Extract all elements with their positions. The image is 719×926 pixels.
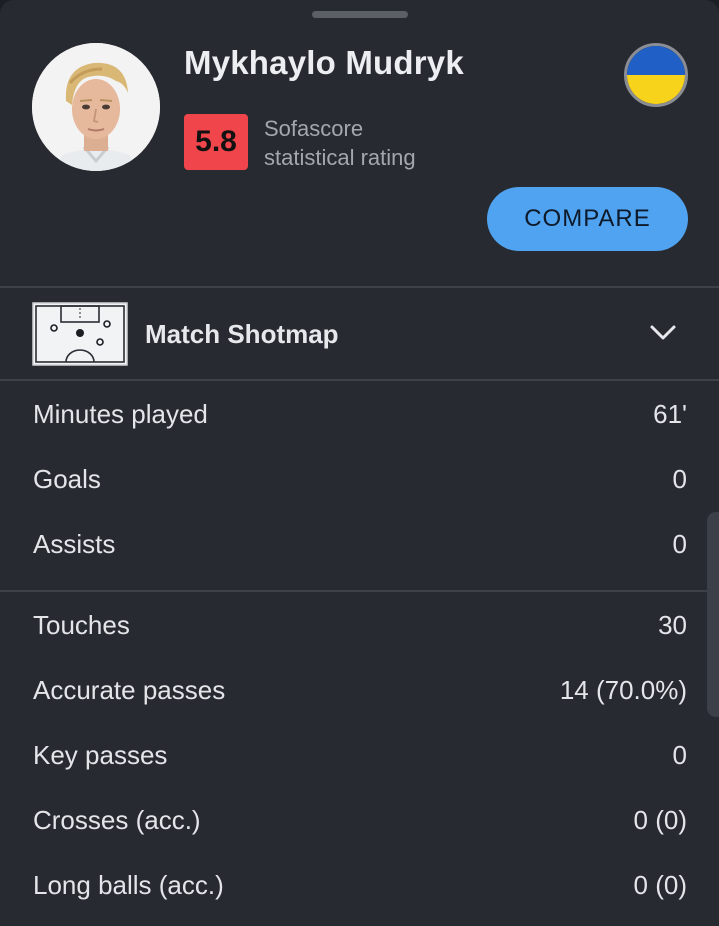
chevron-down-icon[interactable] [648, 321, 678, 345]
divider [0, 379, 719, 381]
stat-label: Minutes played [33, 399, 208, 429]
stat-row-goals: Goals 0 [0, 447, 719, 512]
stat-label: Goals [33, 464, 101, 494]
ukraine-flag-icon [624, 43, 688, 107]
stat-row-crosses: Crosses (acc.) 0 (0) [0, 788, 719, 853]
stat-label: Long balls (acc.) [33, 870, 224, 900]
stat-value: 61' [653, 399, 687, 429]
rating-badge: 5.8 [184, 114, 248, 170]
stat-label: Crosses (acc.) [33, 805, 201, 835]
divider [0, 286, 719, 288]
scrollbar-thumb[interactable] [707, 512, 719, 717]
stat-label: Touches [33, 610, 130, 640]
sheet-drag-handle[interactable] [312, 11, 408, 18]
compare-button[interactable]: COMPARE [487, 187, 688, 251]
divider [0, 590, 719, 592]
stat-value: 30 [658, 610, 687, 640]
stat-row-accurate-passes: Accurate passes 14 (70.0%) [0, 658, 719, 723]
flag-blue-stripe [627, 46, 685, 75]
stat-label: Key passes [33, 740, 168, 770]
stat-row-long-balls: Long balls (acc.) 0 (0) [0, 853, 719, 918]
shotmap-title: Match Shotmap [145, 319, 339, 349]
pitch-shotmap-icon [32, 302, 128, 366]
stat-value: 0 [672, 740, 687, 770]
stat-label: Assists [33, 529, 116, 559]
player-stats-sheet: Mykhaylo Mudryk 5.8 Sofascore statistica… [0, 0, 719, 926]
stat-label: Accurate passes [33, 675, 226, 705]
stat-row-touches: Touches 30 [0, 593, 719, 658]
shotmap-expander[interactable]: Match Shotmap [0, 289, 719, 379]
rating-label-line1: Sofascore [264, 116, 364, 141]
stat-value: 0 (0) [633, 870, 687, 900]
stat-row-assists: Assists 0 [0, 512, 719, 577]
stat-row-minutes-played: Minutes played 61' [0, 382, 719, 447]
rating-label-line2: statistical rating [264, 145, 416, 170]
stat-value: 14 (70.0%) [559, 675, 687, 705]
stat-value: 0 [672, 464, 687, 494]
player-name: Mykhaylo Mudryk [184, 44, 464, 81]
stat-row-key-passes: Key passes 0 [0, 723, 719, 788]
stat-value: 0 (0) [633, 805, 687, 835]
stat-value: 0 [672, 529, 687, 559]
rating-label: Sofascore statistical rating [264, 114, 416, 172]
flag-yellow-stripe [627, 75, 685, 104]
player-avatar [32, 43, 160, 171]
